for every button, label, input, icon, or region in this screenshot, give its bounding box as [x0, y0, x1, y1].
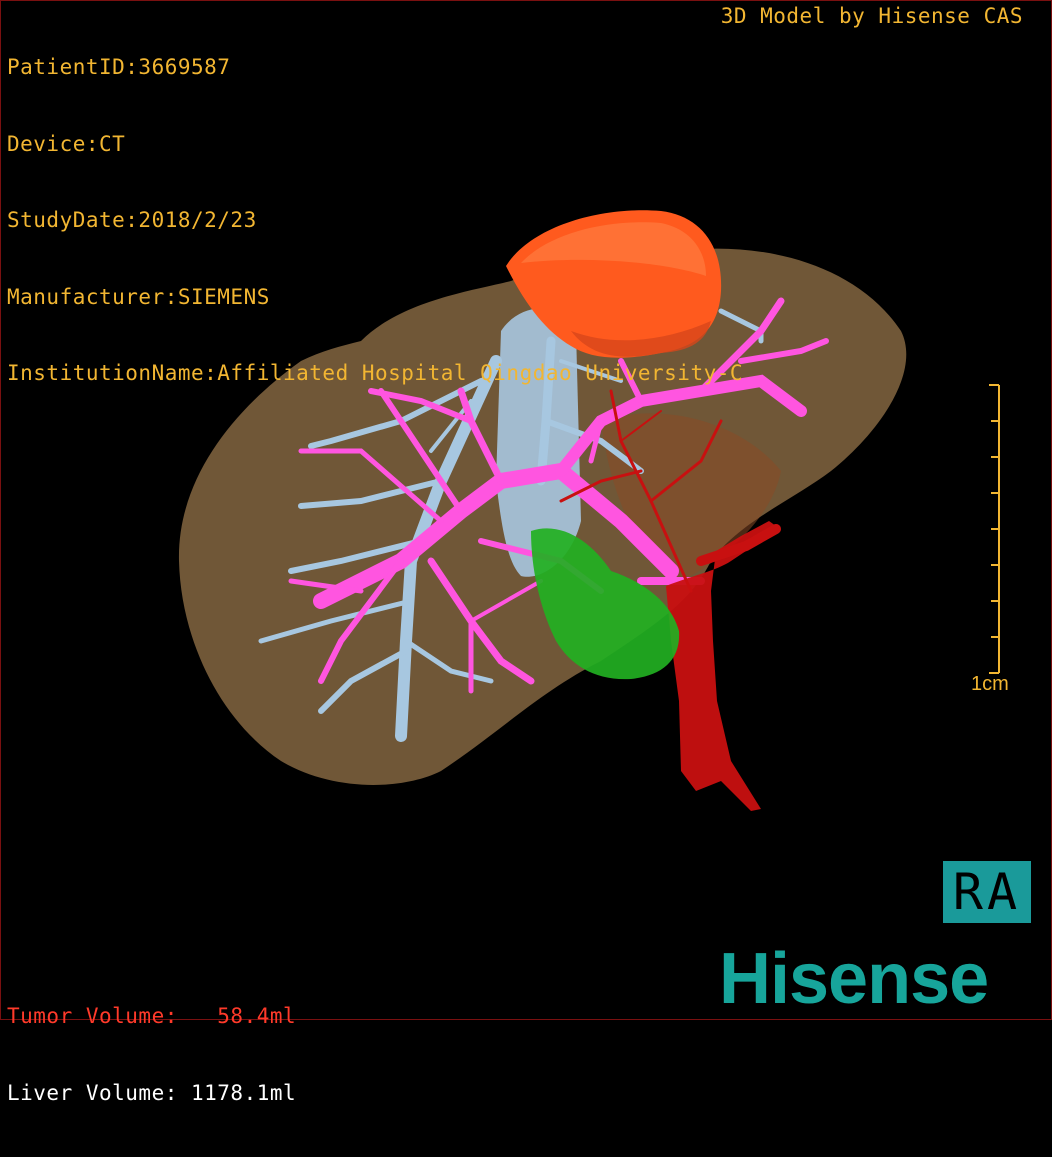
manufacturer-label: Manufacturer:SIEMENS — [7, 284, 270, 309]
scale-bar — [989, 384, 1000, 674]
study-date-label: StudyDate:2018/2/23 — [7, 208, 257, 232]
hisense-logo: Hisense — [719, 939, 989, 1019]
model-credit-label: 3D Model by Hisense CAS — [720, 4, 1023, 28]
tumor-volume-label: Tumor Volume: 58.4ml — [7, 1004, 297, 1028]
study-info-panel: PatientID:3669587 Device:CT StudyDate:20… — [7, 4, 743, 438]
3d-viewport[interactable]: PatientID:3669587 Device:CT StudyDate:20… — [0, 0, 1052, 1105]
device-label: Device:CT — [7, 131, 126, 156]
scale-bar-label: 1cm — [971, 673, 1009, 695]
volume-panel: Tumor Volume: 58.4ml Liver Volume: 1178.… — [7, 953, 296, 1157]
institution-label: InstitutionName:Affiliated Hospital Qing… — [7, 361, 744, 385]
patient-id-label: PatientID:3669587 — [7, 55, 231, 79]
orientation-marker-icon[interactable]: RA — [943, 861, 1031, 923]
liver-volume-label: Liver Volume: 1178.1ml — [7, 1080, 297, 1105]
